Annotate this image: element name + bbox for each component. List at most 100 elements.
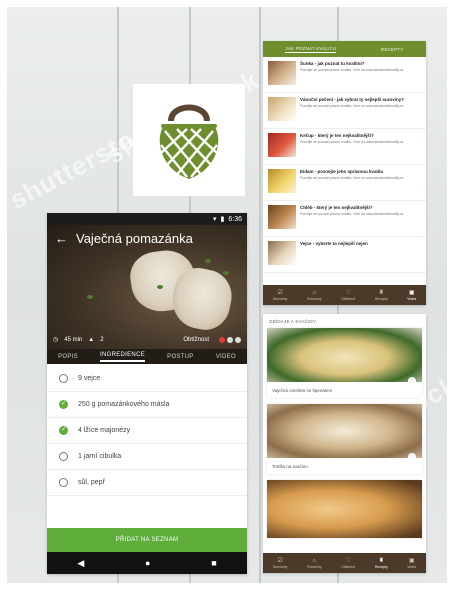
- article-thumbnail: [268, 241, 296, 265]
- heart-icon: ♡: [345, 557, 351, 564]
- article-desc: Použijte se poznat pravou kvalitu. Více …: [300, 176, 404, 180]
- ingredient-item[interactable]: 9 vejce: [47, 366, 247, 392]
- list-icon: ☑: [277, 289, 283, 296]
- difficulty-dot: [219, 336, 225, 343]
- tab-ingredience[interactable]: INGREDIENCE: [100, 352, 146, 362]
- portion-info: 2: [100, 336, 104, 343]
- system-nav-bar: ◀ ● ■: [47, 552, 247, 574]
- ingredient-item[interactable]: 1 jarní cibulka: [47, 444, 247, 470]
- ingredient-label: 9 vejce: [78, 375, 101, 382]
- tab-popis[interactable]: POPIS: [58, 354, 78, 360]
- nav-label: Potraviny: [306, 296, 322, 301]
- difficulty-dot: [235, 336, 241, 343]
- nav-label: Videa: [407, 564, 417, 569]
- herb-garnish: [223, 271, 229, 275]
- article-title: Eidam - poznejte jeho správnou kvalitu: [300, 169, 384, 174]
- difficulty-label: Obtížnost: [183, 336, 209, 343]
- wifi-icon: ▾: [213, 216, 217, 223]
- ingredient-item[interactable]: sůl, pepř: [47, 470, 247, 496]
- recipe-card[interactable]: Vaječná omeleta se špenátem ♡: [267, 328, 422, 398]
- recipe-image: [267, 328, 422, 382]
- unchecked-circle-icon[interactable]: [59, 374, 68, 383]
- nav-seznamy[interactable]: ☑ Seznamy: [273, 290, 288, 301]
- nav-potraviny[interactable]: ⌂ Potraviny: [307, 290, 322, 301]
- nav-oblibene[interactable]: ♡ Oblíbené: [341, 290, 355, 301]
- recipe-hero-image: ← Vaječná pomazánka ◷ 45 min ▲ 2 Obtížno…: [47, 225, 247, 349]
- recipe-title: Vaječná omeleta se špenátem: [272, 387, 333, 393]
- article-desc: Použijte se poznat pravou kvalitu. Více …: [300, 140, 404, 144]
- recipe-detail-screen: ▾ ▮ 6:36 ← Vaječná pomazánka ◷ 45 min ▲ …: [47, 213, 247, 574]
- nav-seznamy[interactable]: ☑ Seznamy: [273, 558, 288, 569]
- article-title: Chléb - který je ten nejkvalitnější?: [300, 205, 373, 210]
- difficulty-dot: [227, 336, 233, 343]
- recipe-card-label: Tortilla na svačinu ♡: [267, 453, 422, 474]
- article-desc: Použijte se poznat pravou kvalitu. Více …: [300, 212, 404, 216]
- nav-videa[interactable]: ▣ Videa: [407, 558, 416, 569]
- nav-label: Potraviny: [306, 564, 322, 569]
- status-time: 6:36: [228, 215, 242, 223]
- add-to-list-button[interactable]: PŘIDAT NA SEZNAM: [47, 528, 247, 552]
- nav-potraviny[interactable]: ⌂ Potraviny: [307, 558, 322, 569]
- ingredient-item[interactable]: ✓ 4 lžíce majonézy: [47, 418, 247, 444]
- article-item[interactable]: Šunka - jak poznat tu kvalitní? Použijte…: [263, 57, 426, 93]
- ingredient-item[interactable]: ✓ 250 g pomazánkového másla: [47, 392, 247, 418]
- recipe-card[interactable]: Tortilla na svačinu ♡: [267, 404, 422, 474]
- tab-video[interactable]: VIDEO: [216, 354, 236, 360]
- article-thumbnail: [268, 133, 296, 157]
- tab-postup[interactable]: POSTUP: [167, 354, 193, 360]
- article-item[interactable]: Kečup - který je ten nejkvalitnější? Pou…: [263, 129, 426, 165]
- basket-icon: ⌂: [312, 289, 317, 296]
- nav-label: Recepty: [374, 564, 388, 569]
- article-title: Kečup - který je ten nejkvalitnější?: [300, 133, 374, 138]
- nav-label: Recepty: [374, 296, 388, 301]
- clock-icon: ◷: [53, 337, 59, 343]
- recents-icon[interactable]: ■: [211, 558, 216, 568]
- tab-quality[interactable]: JAK POZNAT KVALITU: [285, 46, 337, 53]
- battery-icon: ▮: [220, 216, 225, 223]
- heart-icon: ♡: [345, 289, 351, 296]
- list-icon: ☑: [277, 557, 283, 564]
- nav-videa[interactable]: ▣ Videa: [407, 290, 416, 301]
- bottom-nav: ☑ Seznamy ⌂ Potraviny ♡ Oblíbené ♜ Recepty ▣…: [263, 285, 426, 305]
- recipe-image: [267, 480, 422, 538]
- article-item[interactable]: Eidam - poznejte jeho správnou kvalitu P…: [263, 165, 426, 201]
- top-tabs: JAK POZNAT KVALITU RECEPTY: [263, 41, 426, 57]
- home-icon[interactable]: ●: [145, 558, 150, 568]
- back-arrow-icon[interactable]: ←: [55, 231, 68, 246]
- article-title: Šunka - jak poznat tu kvalitní?: [300, 61, 365, 66]
- recipe-meta: ◷ 45 min ▲ 2 Obtížnost: [53, 336, 241, 343]
- heart-icon[interactable]: ♡: [408, 453, 416, 461]
- article-desc: Použijte se poznat pravou kvalitu. Více …: [300, 68, 404, 72]
- nav-oblibene[interactable]: ♡ Oblíbené: [341, 558, 355, 569]
- unchecked-circle-icon[interactable]: [59, 452, 68, 461]
- page-title: Vaječná pomazánka: [76, 230, 193, 246]
- nav-label: Seznamy: [272, 296, 288, 301]
- ingredient-label: 1 jarní cibulka: [78, 453, 122, 460]
- nav-recepty[interactable]: ♜ Recepty: [375, 290, 388, 301]
- ingredient-label: 4 lžíce majonézy: [78, 427, 131, 434]
- checked-circle-icon[interactable]: ✓: [59, 426, 68, 435]
- recipe-card[interactable]: [267, 480, 422, 538]
- checked-circle-icon[interactable]: ✓: [59, 400, 68, 409]
- recipe-title: Tortilla na svačinu: [272, 463, 308, 469]
- back-icon[interactable]: ◀: [77, 558, 84, 569]
- background: shutterstock shutterstock shutterstock ▾…: [7, 7, 447, 583]
- article-title: Vánoční pečení - jak vybrat ty nejlepší …: [300, 97, 405, 102]
- article-item[interactable]: Chléb - který je ten nejkvalitnější? Pou…: [263, 201, 426, 237]
- nav-label: Oblíbené: [341, 296, 356, 301]
- heart-icon[interactable]: ♡: [408, 377, 416, 385]
- toolbar: ← Vaječná pomazánka: [47, 225, 247, 251]
- article-item[interactable]: Vejce - vyberte ta nejlepší nejen: [263, 237, 426, 273]
- chef-hat-icon: ♜: [378, 289, 384, 296]
- portion-icon: ▲: [88, 336, 95, 343]
- nav-recepty[interactable]: ♜ Recepty: [375, 558, 388, 569]
- unchecked-circle-icon[interactable]: [59, 478, 68, 487]
- article-desc: Použijte se poznat pravou kvalitu. Více …: [300, 104, 404, 108]
- recipe-card-label: Vaječná omeleta se špenátem ♡: [267, 377, 422, 398]
- article-thumbnail: [268, 169, 296, 193]
- basket-icon: ⌂: [312, 557, 317, 564]
- ingredient-label: sůl, pepř: [78, 479, 105, 486]
- article-item[interactable]: Vánoční pečení - jak vybrat ty nejlepší …: [263, 93, 426, 129]
- tab-recipes[interactable]: RECEPTY: [381, 47, 404, 52]
- quality-articles-screen: JAK POZNAT KVALITU RECEPTY Šunka - jak p…: [263, 41, 426, 305]
